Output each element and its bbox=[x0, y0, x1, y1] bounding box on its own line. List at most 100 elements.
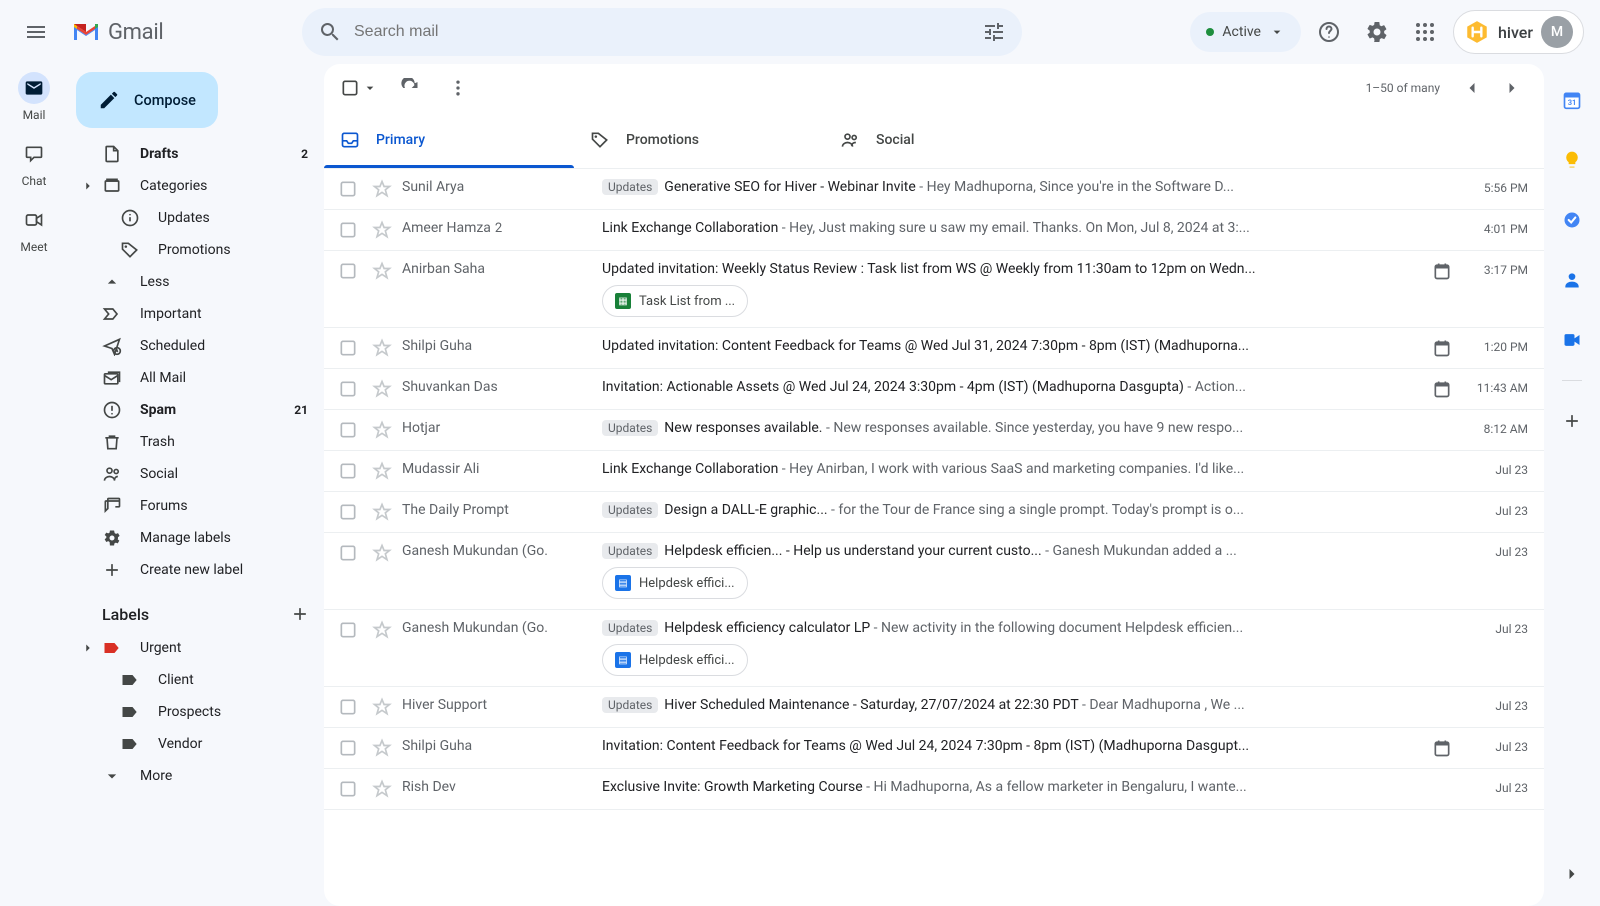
appbar-meet[interactable]: Meet bbox=[18, 204, 50, 254]
sidebar-item-trash[interactable]: Trash bbox=[76, 426, 324, 458]
email-sender: Shilpi Guha bbox=[402, 728, 602, 754]
tab-primary[interactable]: Primary bbox=[324, 112, 574, 168]
sidepanel-extra[interactable] bbox=[1552, 320, 1592, 360]
row-checkbox[interactable] bbox=[338, 620, 358, 640]
email-row[interactable]: HotjarUpdatesNew responses available. - … bbox=[324, 410, 1544, 451]
tab-promotions[interactable]: Promotions bbox=[574, 112, 824, 168]
sidepanel-keep[interactable] bbox=[1552, 140, 1592, 180]
email-row[interactable]: Anirban SahaUpdated invitation: Weekly S… bbox=[324, 251, 1544, 328]
email-sender: Shilpi Guha bbox=[402, 328, 602, 354]
email-row[interactable]: Shilpi GuhaInvitation: Content Feedback … bbox=[324, 728, 1544, 769]
star-button[interactable] bbox=[372, 420, 392, 440]
gmail-logo[interactable]: Gmail bbox=[64, 20, 163, 45]
main-menu-button[interactable] bbox=[12, 8, 60, 56]
refresh-button[interactable] bbox=[394, 72, 426, 104]
search-bar[interactable] bbox=[302, 8, 1022, 56]
tab-social[interactable]: Social bbox=[824, 112, 1074, 168]
apps-button[interactable] bbox=[1405, 12, 1445, 52]
attachment-chip[interactable]: ▦Task List from ... bbox=[602, 285, 748, 317]
row-checkbox[interactable] bbox=[338, 420, 358, 440]
star-button[interactable] bbox=[372, 220, 392, 240]
star-button[interactable] bbox=[372, 261, 392, 281]
row-checkbox[interactable] bbox=[338, 543, 358, 563]
sidebar-item-manage-labels[interactable]: Manage labels bbox=[76, 522, 324, 554]
sidebar-item-updates[interactable]: Updates bbox=[76, 202, 324, 234]
email-row[interactable]: Mudassir AliLink Exchange Collaboration … bbox=[324, 451, 1544, 492]
more-button[interactable] bbox=[442, 72, 474, 104]
email-row[interactable]: Hiver SupportUpdatesHiver Scheduled Main… bbox=[324, 687, 1544, 728]
row-checkbox[interactable] bbox=[338, 261, 358, 281]
select-all-checkbox[interactable] bbox=[340, 78, 378, 98]
sidebar-item-scheduled[interactable]: Scheduled bbox=[76, 330, 324, 362]
row-checkbox[interactable] bbox=[338, 179, 358, 199]
star-button[interactable] bbox=[372, 502, 392, 522]
star-button[interactable] bbox=[372, 461, 392, 481]
sidebar-item-important[interactable]: Important bbox=[76, 298, 324, 330]
label-item-client[interactable]: Client bbox=[76, 664, 324, 696]
row-controls bbox=[332, 687, 402, 727]
sidebar-item-drafts[interactable]: Drafts2 bbox=[76, 138, 324, 170]
sidebar-item-forums[interactable]: Forums bbox=[76, 490, 324, 522]
star-button[interactable] bbox=[372, 620, 392, 640]
email-row[interactable]: Ganesh Mukundan (Go.UpdatesHelpdesk effi… bbox=[324, 610, 1544, 687]
appbar-chat[interactable]: Chat bbox=[18, 138, 50, 188]
sidebar-item-all-mail[interactable]: All Mail bbox=[76, 362, 324, 394]
sidebar-item-spam[interactable]: Spam21 bbox=[76, 394, 324, 426]
row-checkbox[interactable] bbox=[338, 738, 358, 758]
active-status-pill[interactable]: Active bbox=[1190, 12, 1301, 52]
sidepanel-contacts[interactable] bbox=[1552, 260, 1592, 300]
inbox-icon bbox=[340, 130, 360, 150]
row-checkbox[interactable] bbox=[338, 502, 358, 522]
scheduled-icon bbox=[102, 336, 122, 356]
sidebar-item-promotions[interactable]: Promotions bbox=[76, 234, 324, 266]
sidebar-item-categories[interactable]: Categories bbox=[76, 170, 324, 202]
next-page-button[interactable] bbox=[1496, 72, 1528, 104]
email-row[interactable]: Ganesh Mukundan (Go.UpdatesHelpdesk effi… bbox=[324, 533, 1544, 610]
support-button[interactable] bbox=[1309, 12, 1349, 52]
label-item-vendor[interactable]: Vendor bbox=[76, 728, 324, 760]
row-checkbox[interactable] bbox=[338, 220, 358, 240]
label-item-urgent[interactable]: Urgent bbox=[76, 632, 324, 664]
hiver-pill[interactable]: hiver M bbox=[1453, 10, 1584, 54]
add-label-button[interactable] bbox=[288, 602, 312, 626]
sidepanel-expand[interactable] bbox=[1552, 854, 1592, 894]
settings-button[interactable] bbox=[1357, 12, 1397, 52]
star-button[interactable] bbox=[372, 697, 392, 717]
row-checkbox[interactable] bbox=[338, 697, 358, 717]
appbar-mail[interactable]: Mail bbox=[18, 72, 50, 122]
label-item-prospects[interactable]: Prospects bbox=[76, 696, 324, 728]
search-button[interactable] bbox=[310, 12, 350, 52]
sidepanel-addons[interactable] bbox=[1552, 401, 1592, 441]
email-row[interactable]: Ameer Hamza2Link Exchange Collaboration … bbox=[324, 210, 1544, 251]
email-row[interactable]: Sunil AryaUpdatesGenerative SEO for Hive… bbox=[324, 169, 1544, 210]
search-options-button[interactable] bbox=[974, 12, 1014, 52]
sidebar-item-less[interactable]: Less bbox=[76, 266, 324, 298]
star-button[interactable] bbox=[372, 379, 392, 399]
star-button[interactable] bbox=[372, 179, 392, 199]
prev-page-button[interactable] bbox=[1456, 72, 1488, 104]
attachment-chip[interactable]: ▤Helpdesk effici... bbox=[602, 644, 748, 676]
sidepanel-tasks[interactable] bbox=[1552, 200, 1592, 240]
email-row[interactable]: The Daily PromptUpdatesDesign a DALL-E g… bbox=[324, 492, 1544, 533]
row-checkbox[interactable] bbox=[338, 461, 358, 481]
tab-label: Primary bbox=[376, 132, 425, 148]
label-item-more[interactable]: More bbox=[76, 760, 324, 792]
star-button[interactable] bbox=[372, 543, 392, 563]
compose-button[interactable]: Compose bbox=[76, 72, 218, 128]
row-checkbox[interactable] bbox=[338, 379, 358, 399]
sidepanel-calendar[interactable]: 31 bbox=[1552, 80, 1592, 120]
row-checkbox[interactable] bbox=[338, 779, 358, 799]
star-button[interactable] bbox=[372, 338, 392, 358]
email-sender: Mudassir Ali bbox=[402, 451, 602, 477]
star-button[interactable] bbox=[372, 738, 392, 758]
row-checkbox[interactable] bbox=[338, 338, 358, 358]
star-button[interactable] bbox=[372, 779, 392, 799]
search-input[interactable] bbox=[350, 23, 974, 41]
sidebar-item-create-new-label[interactable]: Create new label bbox=[76, 554, 324, 586]
email-row[interactable]: Rish DevExclusive Invite: Growth Marketi… bbox=[324, 769, 1544, 810]
avatar[interactable]: M bbox=[1541, 16, 1573, 48]
sidebar-item-social[interactable]: Social bbox=[76, 458, 324, 490]
email-row[interactable]: Shilpi GuhaUpdated invitation: Content F… bbox=[324, 328, 1544, 369]
attachment-chip[interactable]: ▤Helpdesk effici... bbox=[602, 567, 748, 599]
email-row[interactable]: Shuvankan DasInvitation: Actionable Asse… bbox=[324, 369, 1544, 410]
